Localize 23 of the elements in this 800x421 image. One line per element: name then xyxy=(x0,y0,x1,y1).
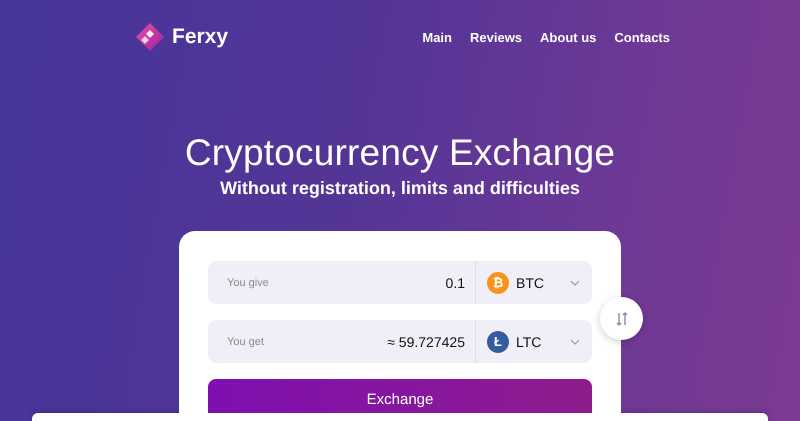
currency-select[interactable]: ₿ BTC xyxy=(476,261,592,304)
logo-text: Ferxy xyxy=(172,25,228,49)
nav-link[interactable]: Main xyxy=(422,30,452,44)
coin-icon: ₿ xyxy=(487,272,509,294)
chevron-down-icon xyxy=(570,280,580,286)
nav-link[interactable]: Reviews xyxy=(470,30,522,44)
amount-value: 0.1 xyxy=(446,274,465,290)
field-label: You get xyxy=(227,336,264,348)
amount-value: ≈ 59.727425 xyxy=(387,334,465,350)
currency-field[interactable]: You give 0.1 ₿ BTC xyxy=(208,261,592,304)
chevron-down-icon xyxy=(570,338,580,344)
logo-icon xyxy=(134,21,166,53)
currency-select[interactable]: Ł LTC xyxy=(476,320,592,363)
hero-subtitle: Without registration, limits and difficulties xyxy=(220,177,580,200)
coin-icon: Ł xyxy=(487,330,509,352)
field-label: You give xyxy=(227,276,269,288)
swap-button[interactable] xyxy=(600,297,643,340)
nav-link[interactable]: About us xyxy=(540,30,596,44)
swap-arrows-icon xyxy=(616,310,628,326)
exchange-button[interactable]: Exchange xyxy=(208,379,592,413)
currency-field[interactable]: You get ≈ 59.727425 Ł LTC xyxy=(208,320,592,363)
nav-link[interactable]: Contacts xyxy=(614,30,670,44)
hero-title: Cryptocurrency Exchange xyxy=(184,131,616,175)
